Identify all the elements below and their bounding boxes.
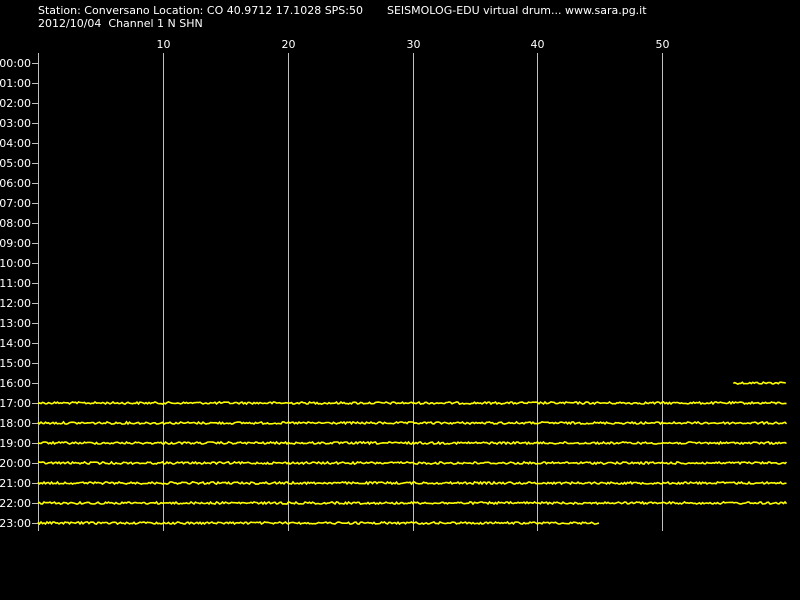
x-tick-label: 30 <box>407 38 421 51</box>
y-tick-label: 02:00 <box>0 97 31 110</box>
seismic-trace-2100 <box>37 480 787 486</box>
y-tick-label: 04:00 <box>0 137 31 150</box>
y-tick-label: 14:00 <box>0 337 31 350</box>
y-tick-label: 08:00 <box>0 217 31 230</box>
seismogram-drum-chart: 10 20 30 40 50 00:00 01:00 02:00 03:00 04:00 05:00… <box>0 38 788 531</box>
y-tick-label: 03:00 <box>0 117 31 130</box>
x-tick-label: 10 <box>157 38 171 51</box>
y-tick-label: 00:00 <box>0 57 31 70</box>
y-tick-label: 06:00 <box>0 177 31 190</box>
y-tick-label: 18:00 <box>0 417 31 430</box>
y-tick-label: 13:00 <box>0 317 31 330</box>
y-tick-label: 10:00 <box>0 257 31 270</box>
seismic-trace-1700 <box>37 400 787 406</box>
y-tick-label: 17:00 <box>0 397 31 410</box>
seismic-trace-2000 <box>37 460 788 466</box>
y-tick-label: 15:00 <box>0 357 31 370</box>
y-tick-label: 05:00 <box>0 157 31 170</box>
seismic-trace-2300 <box>37 520 600 526</box>
y-tick-label: 11:00 <box>0 277 31 290</box>
y-tick-label: 21:00 <box>0 477 31 490</box>
y-tick-label: 12:00 <box>0 297 31 310</box>
x-tick-label: 40 <box>531 38 545 51</box>
x-tick-label: 20 <box>282 38 296 51</box>
seismic-trace-2200 <box>37 500 788 506</box>
y-tick-label: 19:00 <box>0 437 31 450</box>
seismic-trace-1800 <box>37 420 788 426</box>
y-tick-label: 16:00 <box>0 377 31 390</box>
y-tick-label: 09:00 <box>0 237 31 250</box>
y-tick-label: 20:00 <box>0 457 31 470</box>
y-tick-label: 07:00 <box>0 197 31 210</box>
seismic-trace-1900 <box>37 440 787 446</box>
seismic-trace-1600 <box>732 381 786 385</box>
y-tick-label: 23:00 <box>0 517 31 530</box>
y-tick-label: 22:00 <box>0 497 31 510</box>
x-tick-label: 50 <box>656 38 670 51</box>
y-tick-label: 01:00 <box>0 77 31 90</box>
